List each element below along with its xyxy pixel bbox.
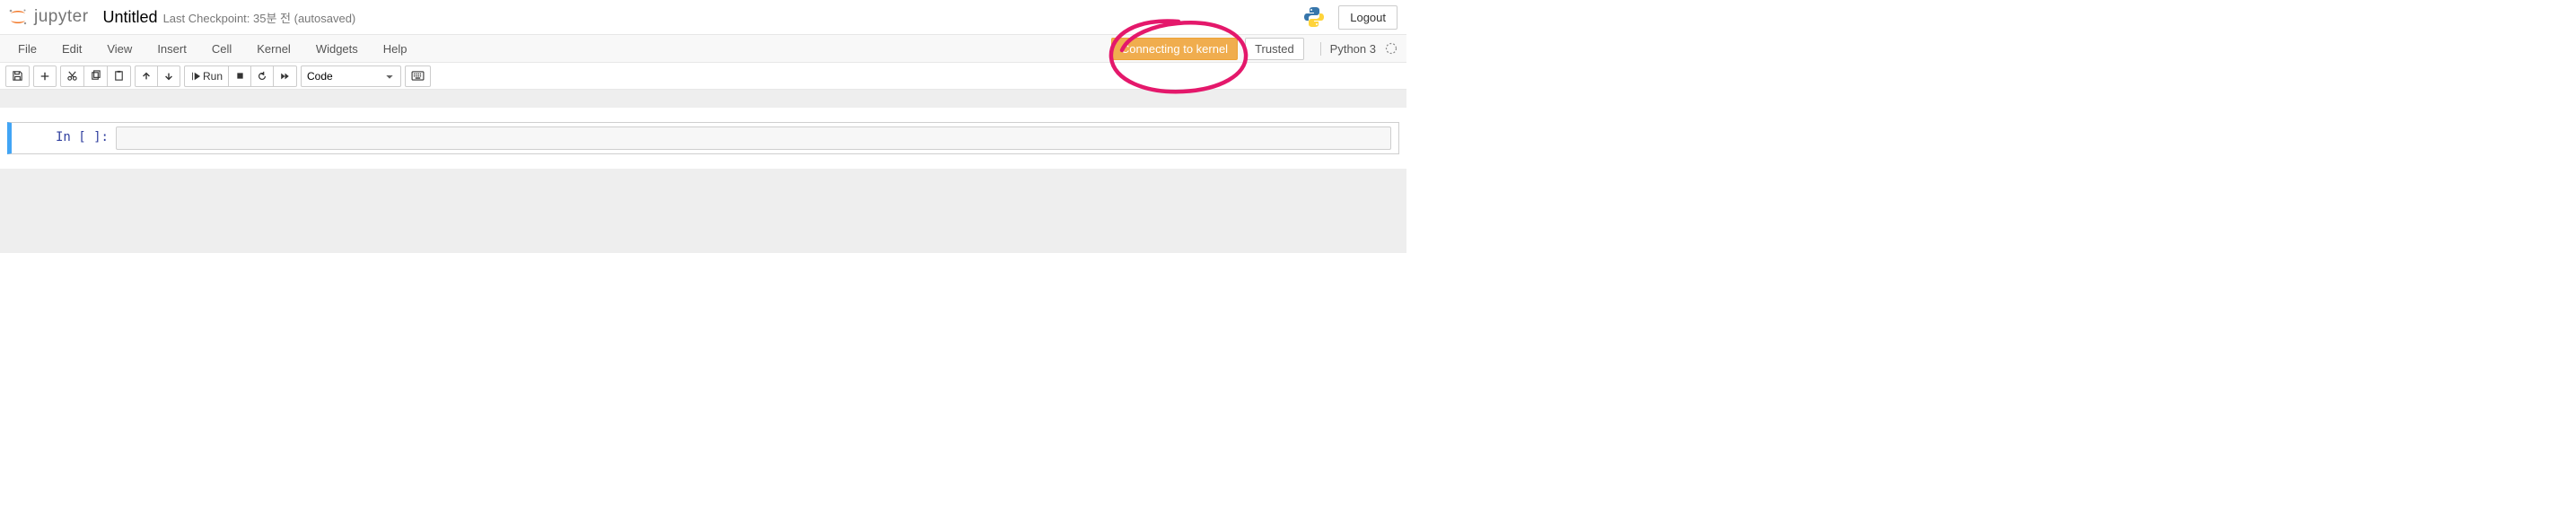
checkpoint-text: Last Checkpoint: 35분 전 (autosaved) [163,9,356,26]
code-input-area[interactable] [116,126,1391,150]
jupyter-logo-text: jupyter [34,7,89,27]
kernel-name: Python 3 [1320,42,1380,56]
python-icon [1302,5,1326,29]
menu-help[interactable]: Help [371,37,420,61]
header: jupyter Untitled Last Checkpoint: 35분 전 … [0,0,1406,34]
bottom-band [0,169,1406,253]
input-prompt: In [ ]: [12,126,116,150]
paste-icon [113,70,125,82]
move-down-button[interactable] [157,65,180,87]
notebook-area: In [ ]: [0,108,1406,169]
cell-type-select[interactable]: Code [301,65,401,87]
stop-icon [235,71,245,81]
menu-kernel[interactable]: Kernel [244,37,303,61]
save-icon [12,70,23,82]
plus-icon [39,71,50,82]
kernel-indicator-icon [1385,42,1398,55]
toolbar: Run Code [0,63,1406,90]
cut-button[interactable] [60,65,84,87]
run-icon [190,71,201,82]
notebook-name[interactable]: Untitled [103,8,158,27]
keyboard-icon [411,71,425,81]
interrupt-button[interactable] [228,65,251,87]
arrow-up-icon [141,71,152,82]
scissors-icon [66,70,78,82]
run-label: Run [203,70,223,83]
insert-cell-button[interactable] [33,65,57,87]
save-button[interactable] [5,65,30,87]
logout-button[interactable]: Logout [1338,5,1398,30]
fast-forward-icon [279,71,291,82]
restart-button[interactable] [250,65,274,87]
jupyter-logo[interactable]: jupyter [7,6,89,28]
copy-icon [90,70,101,82]
menu-file[interactable]: File [5,37,49,61]
command-palette-button[interactable] [405,65,431,87]
copy-button[interactable] [83,65,108,87]
jupyter-icon [7,6,29,28]
move-up-button[interactable] [135,65,158,87]
restart-run-all-button[interactable] [273,65,297,87]
menu-cell[interactable]: Cell [199,37,244,61]
trusted-button[interactable]: Trusted [1245,38,1304,60]
code-cell[interactable]: In [ ]: [7,122,1399,154]
paste-button[interactable] [107,65,131,87]
restart-icon [257,71,267,82]
arrow-down-icon [163,71,174,82]
gap-band [0,90,1406,108]
menu-widgets[interactable]: Widgets [303,37,371,61]
menu-edit[interactable]: Edit [49,37,94,61]
menubar: File Edit View Insert Cell Kernel Widget… [0,34,1406,63]
kernel-status-button[interactable]: Connecting to kernel [1111,38,1238,60]
menu-view[interactable]: View [94,37,145,61]
menu-insert[interactable]: Insert [145,37,199,61]
run-button[interactable]: Run [184,65,229,87]
